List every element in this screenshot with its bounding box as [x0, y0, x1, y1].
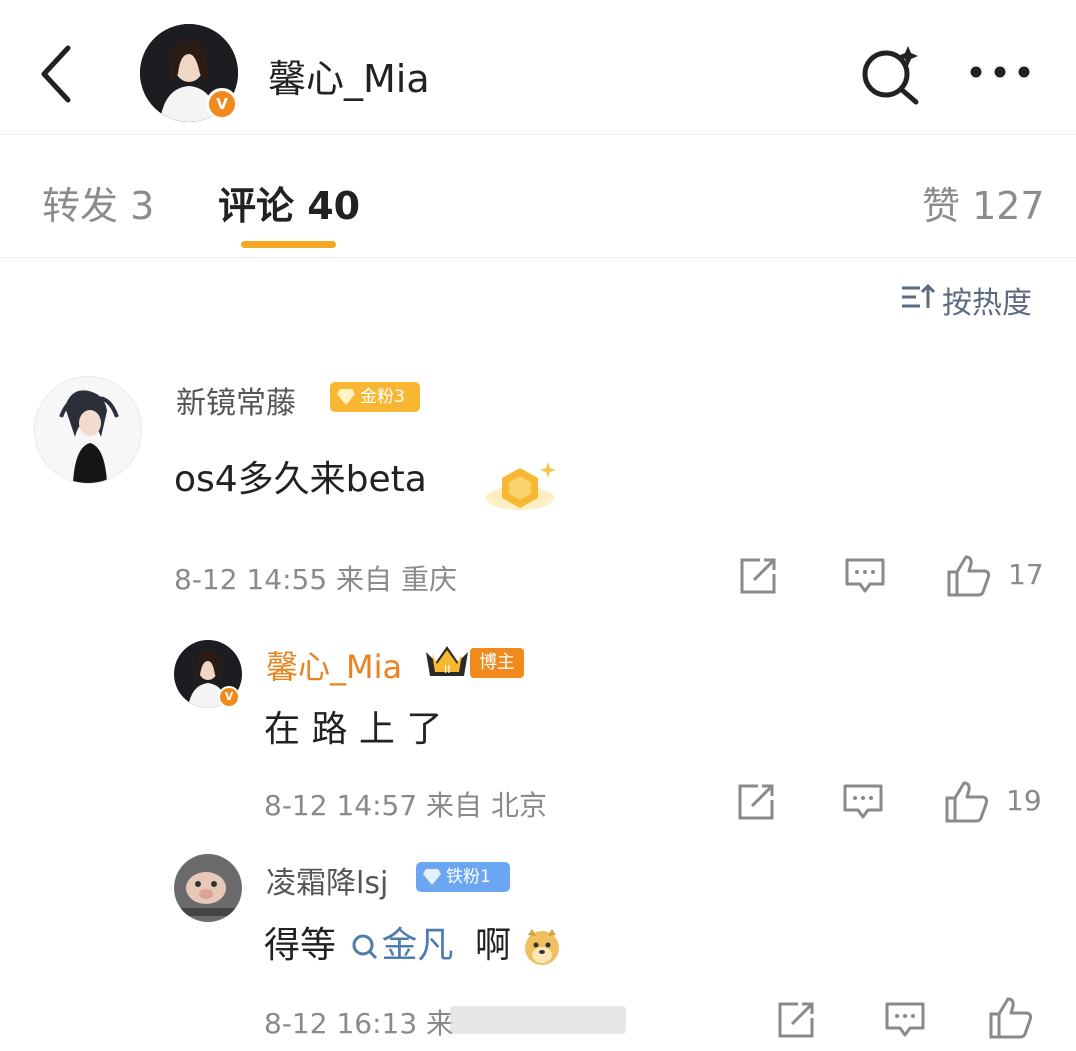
comment-text-after: 啊 — [474, 925, 511, 966]
thumbs-up-icon[interactable] — [944, 780, 990, 824]
tab-comments[interactable]: 评论 40 — [218, 175, 360, 230]
comment-text: 在 路 上 了 — [264, 709, 443, 750]
comment-item: 新镜常藤 金粉3 os4多久来beta 8-12 14:55 来自 重庆 17 — [0, 360, 1076, 610]
chevron-left-icon[interactable] — [36, 44, 76, 104]
share-icon[interactable] — [738, 556, 778, 596]
search-link-icon — [351, 932, 379, 962]
tab-repost[interactable]: 转发 3 — [42, 175, 154, 230]
top-bar: V 馨心_Mia — [0, 0, 1076, 135]
comment-text: os4多久来beta — [174, 459, 427, 500]
reply-icon[interactable] — [842, 782, 884, 822]
tab-bar: 转发 3 评论 40 赞 127 — [0, 135, 1076, 258]
reply-item: V 馨心_Mia II 博主 在 路 上 了 8-12 14:57 来自 北京 … — [0, 630, 1076, 830]
like-count: 19 — [1006, 784, 1042, 817]
blogger-badge: 博主 — [470, 648, 524, 678]
comment-meta: 8-12 16:13 来 — [264, 1007, 455, 1040]
like-count: 17 — [1008, 558, 1044, 591]
search-sparkle-icon[interactable] — [858, 42, 924, 108]
watermark — [450, 1006, 626, 1034]
fan-badge: 金粉3 — [330, 382, 420, 412]
fan-badge: 铁粉1 — [416, 862, 510, 892]
doge-emoji-icon — [522, 927, 562, 967]
tab-active-indicator — [241, 241, 336, 248]
share-icon[interactable] — [736, 782, 776, 822]
avatar[interactable] — [174, 854, 242, 922]
comment-meta: 8-12 14:55 来自 重庆 — [174, 563, 457, 596]
thumbs-up-icon[interactable] — [946, 554, 992, 598]
comment-username[interactable]: 凌霜降lsj — [266, 858, 388, 902]
reply-item: 凌霜降lsj 铁粉1 得等 金凡 啊 8-12 16:13 来 — [0, 846, 1076, 1051]
sort-label: 按热度 — [942, 286, 1032, 321]
diamond-icon — [336, 388, 356, 406]
page-title: 馨心_Mia — [268, 57, 430, 101]
comment-username[interactable]: 新镜常藤 — [176, 378, 296, 422]
tab-likes[interactable]: 赞 127 — [922, 175, 1045, 230]
avatar[interactable] — [34, 376, 142, 484]
reply-icon[interactable] — [844, 556, 886, 596]
comment-text: 得等 金凡 啊 — [264, 916, 562, 968]
crown-icon: II — [424, 644, 470, 680]
comment-username[interactable]: 馨心_Mia — [266, 642, 402, 688]
comment-meta: 8-12 14:57 来自 北京 — [264, 789, 547, 822]
more-dots-icon[interactable] — [968, 62, 1032, 82]
sort-icon — [900, 282, 936, 312]
reply-icon[interactable] — [884, 1000, 926, 1040]
verified-icon: V — [218, 686, 240, 708]
svg-text:II: II — [444, 663, 451, 676]
medal-decoration-icon — [482, 458, 562, 528]
thumbs-up-icon[interactable] — [988, 996, 1034, 1040]
comment-text-before: 得等 — [264, 925, 337, 966]
verified-icon: V — [206, 88, 238, 120]
topic-link[interactable]: 金凡 — [381, 925, 453, 966]
diamond-icon — [422, 868, 442, 886]
share-icon[interactable] — [776, 1000, 816, 1040]
